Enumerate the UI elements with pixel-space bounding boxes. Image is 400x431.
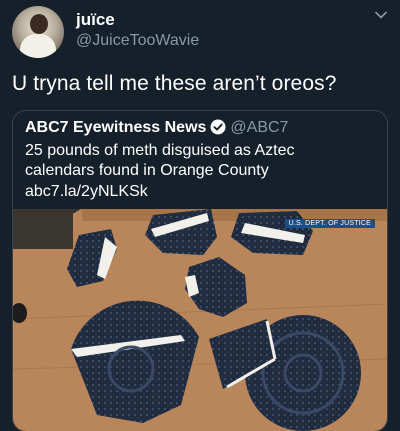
tweet-photo[interactable]: U.S. DEPT. OF JUSTICE xyxy=(13,209,387,431)
verified-badge-icon xyxy=(210,119,226,135)
photo-label: U.S. DEPT. OF JUSTICE xyxy=(284,219,375,228)
quoted-tweet-header: ABC7 Eyewitness News @ABC7 xyxy=(25,119,288,137)
quoted-display-name: ABC7 Eyewitness News xyxy=(25,119,207,136)
tweet: juïce @JuiceTooWavie U tryna tell me the… xyxy=(0,0,400,431)
chevron-down-icon[interactable] xyxy=(374,8,388,22)
tweet-text: U tryna tell me these aren’t oreos? xyxy=(12,72,337,95)
avatar-shirt xyxy=(20,34,56,58)
avatar[interactable] xyxy=(12,6,64,58)
quoted-tweet-text: 25 pounds of meth disguised as Aztec cal… xyxy=(25,142,295,179)
quoted-tweet-card[interactable]: ABC7 Eyewitness News @ABC7 25 pounds of … xyxy=(12,110,388,431)
quoted-tweet-link[interactable]: abc7.la/2yNLKSk xyxy=(25,183,148,201)
quoted-handle: @ABC7 xyxy=(230,119,289,136)
user-handle[interactable]: @JuiceTooWavie xyxy=(76,32,199,50)
display-name[interactable]: juïce xyxy=(76,10,115,30)
photo-scene xyxy=(13,209,387,431)
avatar-head xyxy=(30,14,48,34)
